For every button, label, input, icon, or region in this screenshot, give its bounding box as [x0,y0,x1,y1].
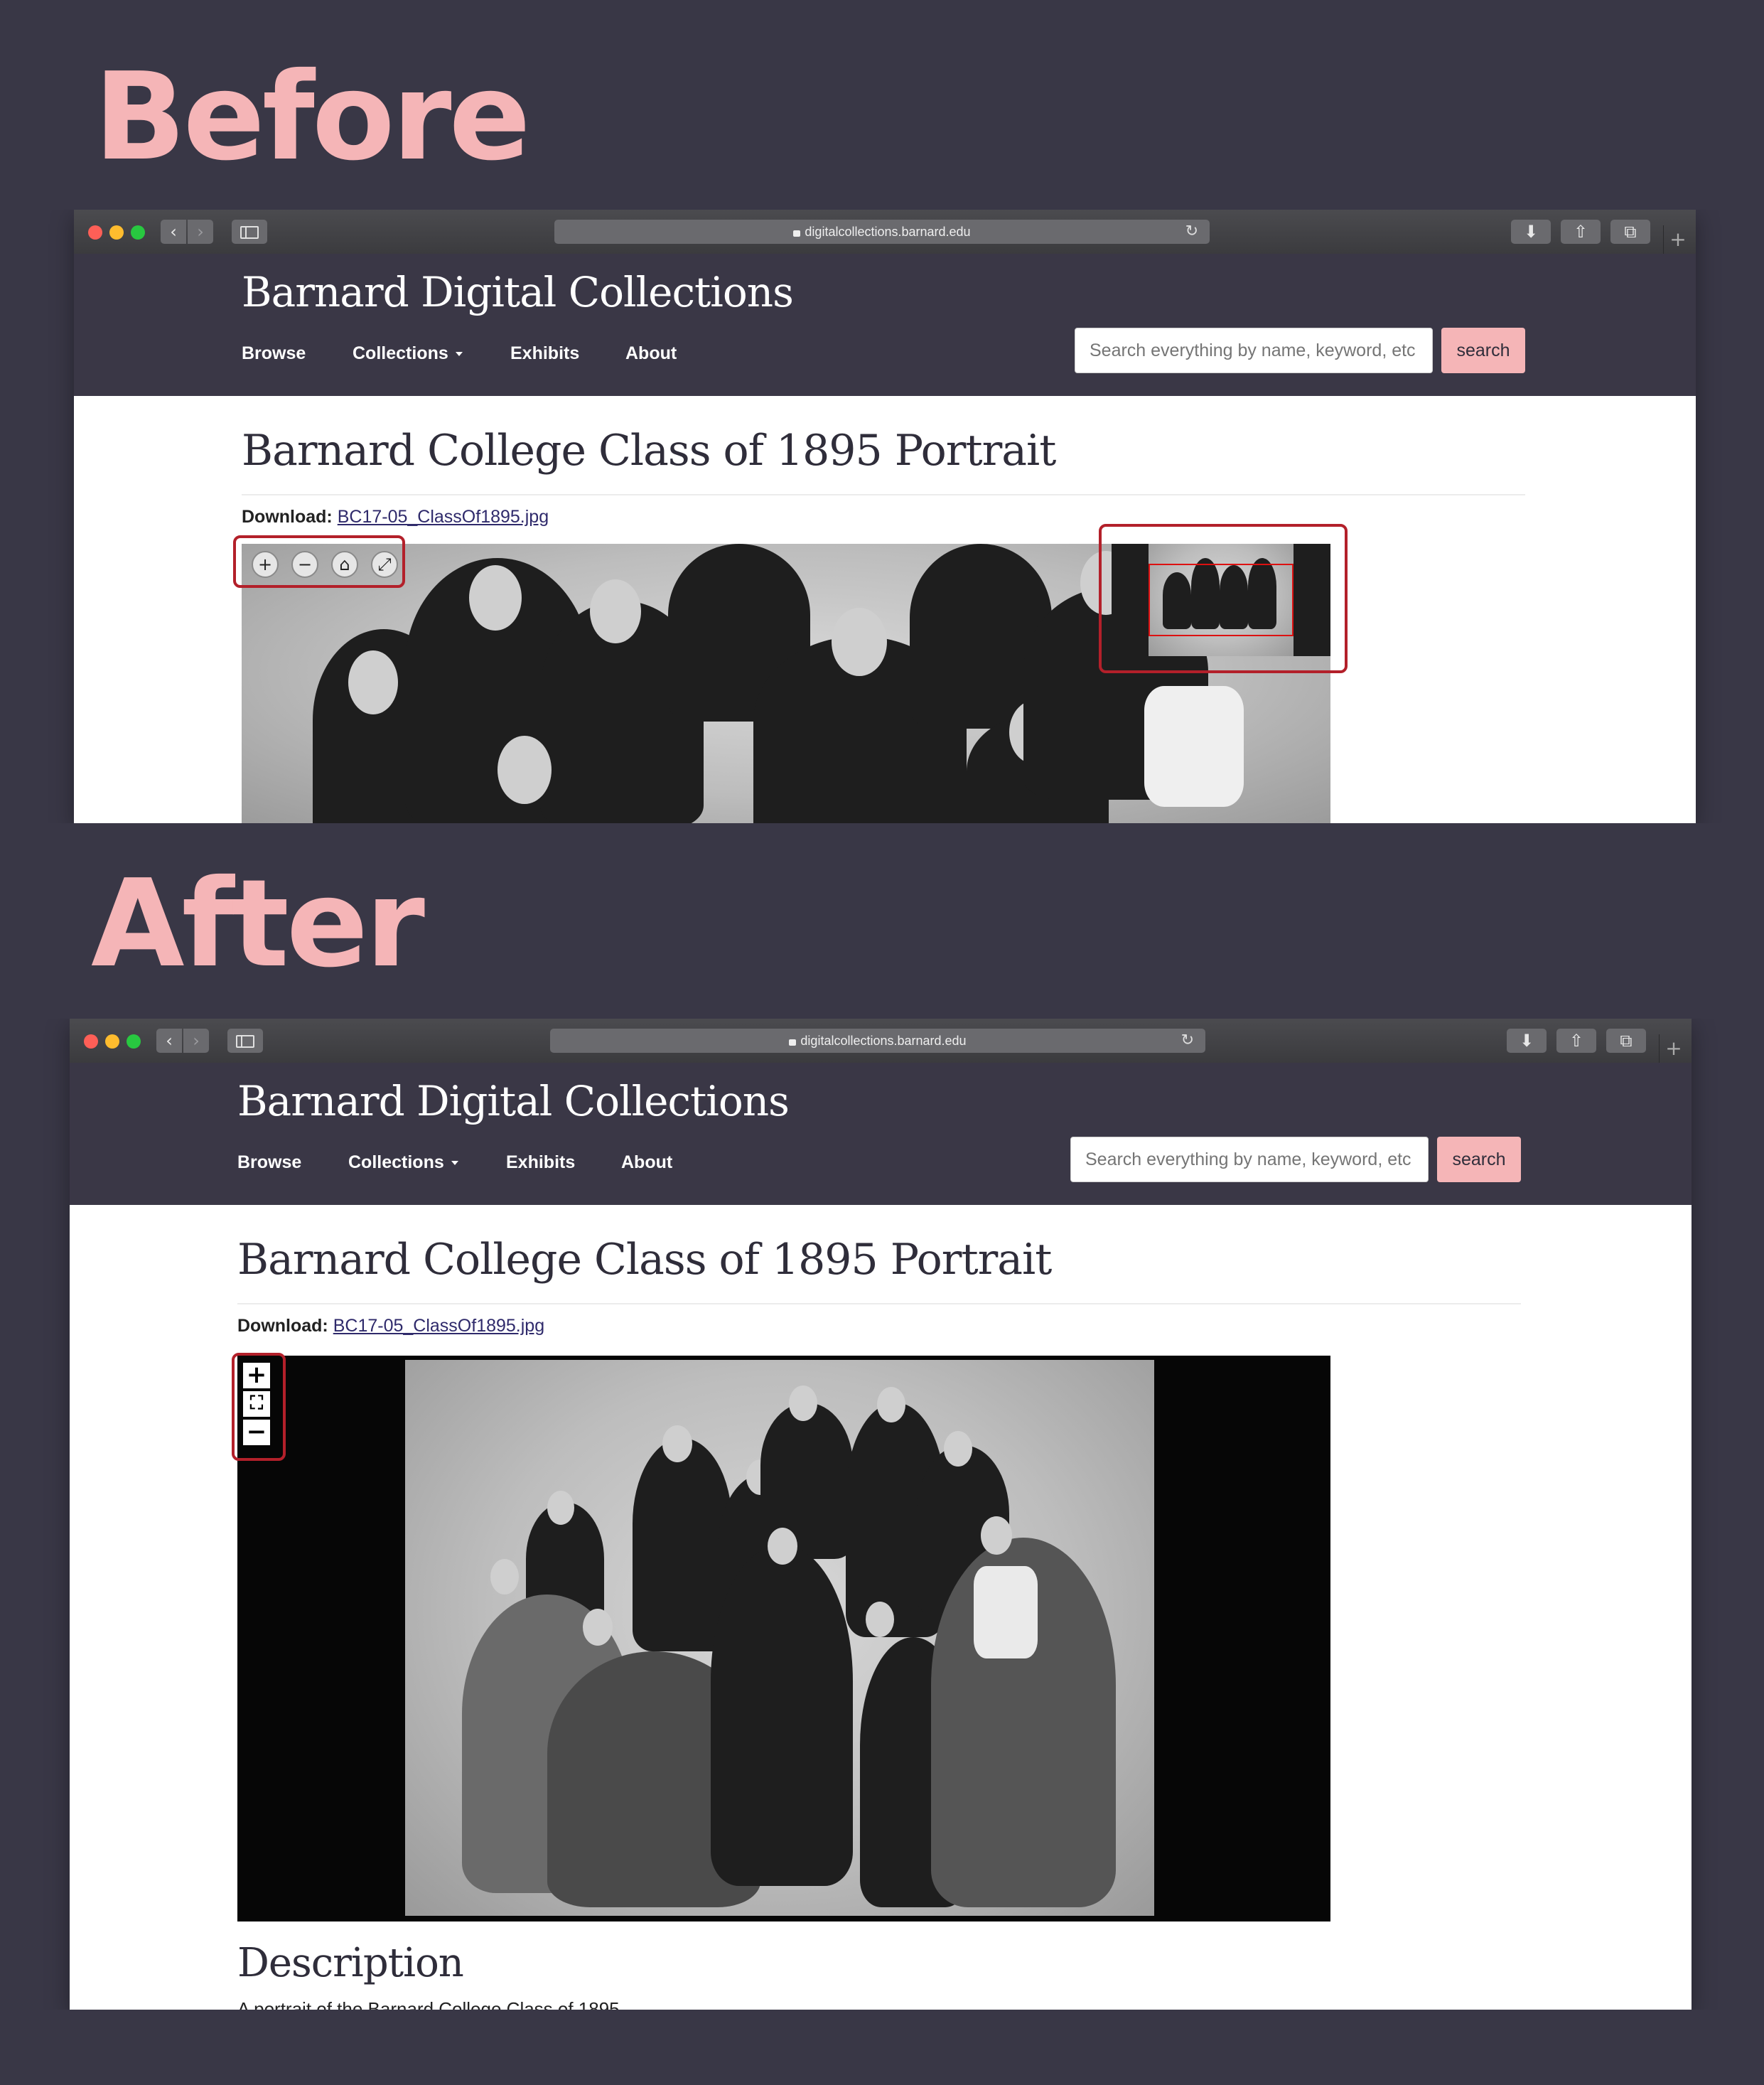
download-label: Download: [242,507,333,527]
download-line: Download: BC17-05_ClassOf1895.jpg [242,507,549,527]
nav-about[interactable]: About [625,343,677,364]
minimize-window-icon[interactable] [109,225,124,240]
reload-icon[interactable]: ↻ [1185,220,1198,244]
address-bar[interactable]: digitalcollections.barnard.edu ↻ [550,1029,1205,1053]
browser-frame: ‹ › digitalcollections.barnard.edu ↻ ⬇ ⇧… [70,1019,1692,2010]
minimize-window-icon[interactable] [105,1034,119,1049]
maximize-window-icon[interactable] [131,225,145,240]
nav-exhibits[interactable]: Exhibits [510,343,579,364]
divider [242,494,1525,495]
page-title: Barnard College Class of 1895 Portrait [242,426,1056,476]
highlight-controls-before [233,535,405,588]
nav-collections[interactable]: Collections [353,343,463,364]
sidebar-toggle-icon[interactable] [232,220,267,244]
before-browser-window: ‹ › digitalcollections.barnard.edu ↻ ⬇ ⇧… [0,210,1764,823]
share-icon[interactable]: ⇧ [1561,220,1601,244]
site-header: Barnard Digital Collections Browse Colle… [70,1063,1692,1205]
share-icon[interactable]: ⇧ [1556,1029,1596,1053]
new-tab-button[interactable]: + [1659,1034,1688,1063]
close-window-icon[interactable] [88,225,102,240]
address-bar[interactable]: digitalcollections.barnard.edu ↻ [554,220,1210,244]
description-text: A portrait of the Barnard College Class … [237,1998,620,2010]
new-tab-button[interactable]: + [1663,225,1692,254]
lock-icon [789,1039,797,1046]
lock-icon [793,230,801,237]
download-line: Download: BC17-05_ClassOf1895.jpg [237,1316,544,1336]
site-title[interactable]: Barnard Digital Collections [242,268,794,316]
search-button[interactable]: search [1437,1137,1521,1182]
nav-browse[interactable]: Browse [242,343,306,364]
highlight-controls-after [232,1353,286,1461]
before-heading: Before [94,47,531,188]
image-viewer[interactable]: + ⛶ − [237,1356,1330,1921]
site-title[interactable]: Barnard Digital Collections [237,1077,790,1125]
tabs-overview-icon[interactable]: ⧉ [1606,1029,1646,1053]
back-button[interactable]: ‹ [156,1029,182,1053]
search-input[interactable] [1075,328,1433,373]
after-browser-window: ‹ › digitalcollections.barnard.edu ↻ ⬇ ⇧… [0,1019,1764,2010]
nav-browse[interactable]: Browse [237,1152,301,1173]
caret-down-icon [455,352,463,357]
highlight-navigator-before [1099,524,1348,673]
portrait-image [405,1360,1154,1916]
download-link[interactable]: BC17-05_ClassOf1895.jpg [333,1316,544,1336]
site-header: Barnard Digital Collections Browse Colle… [74,254,1696,396]
download-icon[interactable]: ⬇ [1511,220,1551,244]
download-label: Download: [237,1316,328,1336]
browser-toolbar: ‹ › digitalcollections.barnard.edu ↻ ⬇ ⇧… [70,1019,1692,1064]
nav-exhibits[interactable]: Exhibits [506,1152,575,1173]
search-input[interactable] [1070,1137,1429,1182]
browser-frame: ‹ › digitalcollections.barnard.edu ↻ ⬇ ⇧… [74,210,1696,823]
forward-button[interactable]: › [183,1029,209,1053]
nav-collections[interactable]: Collections [348,1152,458,1173]
reload-icon[interactable]: ↻ [1181,1029,1194,1053]
caret-down-icon [451,1161,458,1166]
description-heading: Description [237,1940,464,1986]
url-text: digitalcollections.barnard.edu [800,1034,967,1048]
sidebar-toggle-icon[interactable] [227,1029,263,1053]
page-title: Barnard College Class of 1895 Portrait [237,1235,1052,1285]
download-icon[interactable]: ⬇ [1507,1029,1547,1053]
nav-about[interactable]: About [621,1152,672,1173]
forward-button[interactable]: › [188,220,213,244]
maximize-window-icon[interactable] [127,1034,141,1049]
search-button[interactable]: search [1441,328,1525,373]
nav-collections-label: Collections [353,343,448,363]
after-heading: After [91,854,425,995]
tabs-overview-icon[interactable]: ⧉ [1610,220,1650,244]
nav-collections-label: Collections [348,1152,444,1172]
browser-toolbar: ‹ › digitalcollections.barnard.edu ↻ ⬇ ⇧… [74,210,1696,255]
close-window-icon[interactable] [84,1034,98,1049]
url-text: digitalcollections.barnard.edu [805,225,971,239]
divider [237,1303,1521,1304]
download-link[interactable]: BC17-05_ClassOf1895.jpg [338,507,549,527]
back-button[interactable]: ‹ [161,220,186,244]
